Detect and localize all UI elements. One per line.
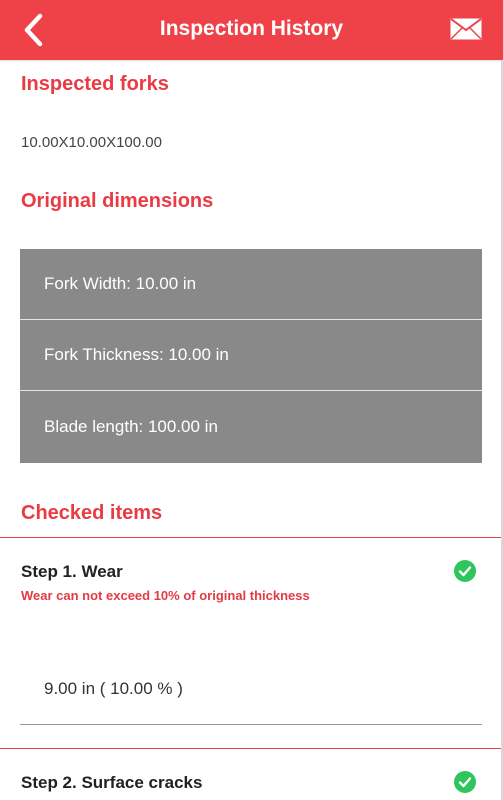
inspected-forks-heading: Inspected forks xyxy=(21,73,169,95)
inspected-forks-value: 10.00X10.00X100.00 xyxy=(21,134,162,151)
dimension-row-fork-thickness: Fork Thickness: 10.00 in xyxy=(20,320,482,391)
checked-items-divider xyxy=(0,537,503,538)
step-1-value-underline xyxy=(20,724,482,725)
original-dimensions-heading: Original dimensions xyxy=(21,190,214,212)
dimension-row-blade-length: Blade length: 100.00 in xyxy=(44,417,218,436)
dimensions-panel: Fork Width: 10.00 in Fork Thickness: 10.… xyxy=(20,249,482,463)
app-header: Inspection History xyxy=(0,0,503,60)
step-2-title: Step 2. Surface cracks xyxy=(21,773,203,792)
email-button[interactable] xyxy=(449,14,483,44)
page-title: Inspection History xyxy=(159,17,344,40)
step-1-title: Step 1. Wear xyxy=(21,562,123,581)
step-divider xyxy=(0,748,503,749)
dimension-row-fork-width: Fork Width: 10.00 in xyxy=(20,249,482,320)
step-1-note: Wear can not exceed 10% of original thic… xyxy=(21,588,310,603)
envelope-icon xyxy=(450,18,482,40)
step-1-value: 9.00 in ( 10.00 % ) xyxy=(44,679,183,698)
check-circle-icon xyxy=(454,771,476,793)
check-circle-icon xyxy=(454,560,476,582)
checked-items-heading: Checked items xyxy=(21,502,163,524)
